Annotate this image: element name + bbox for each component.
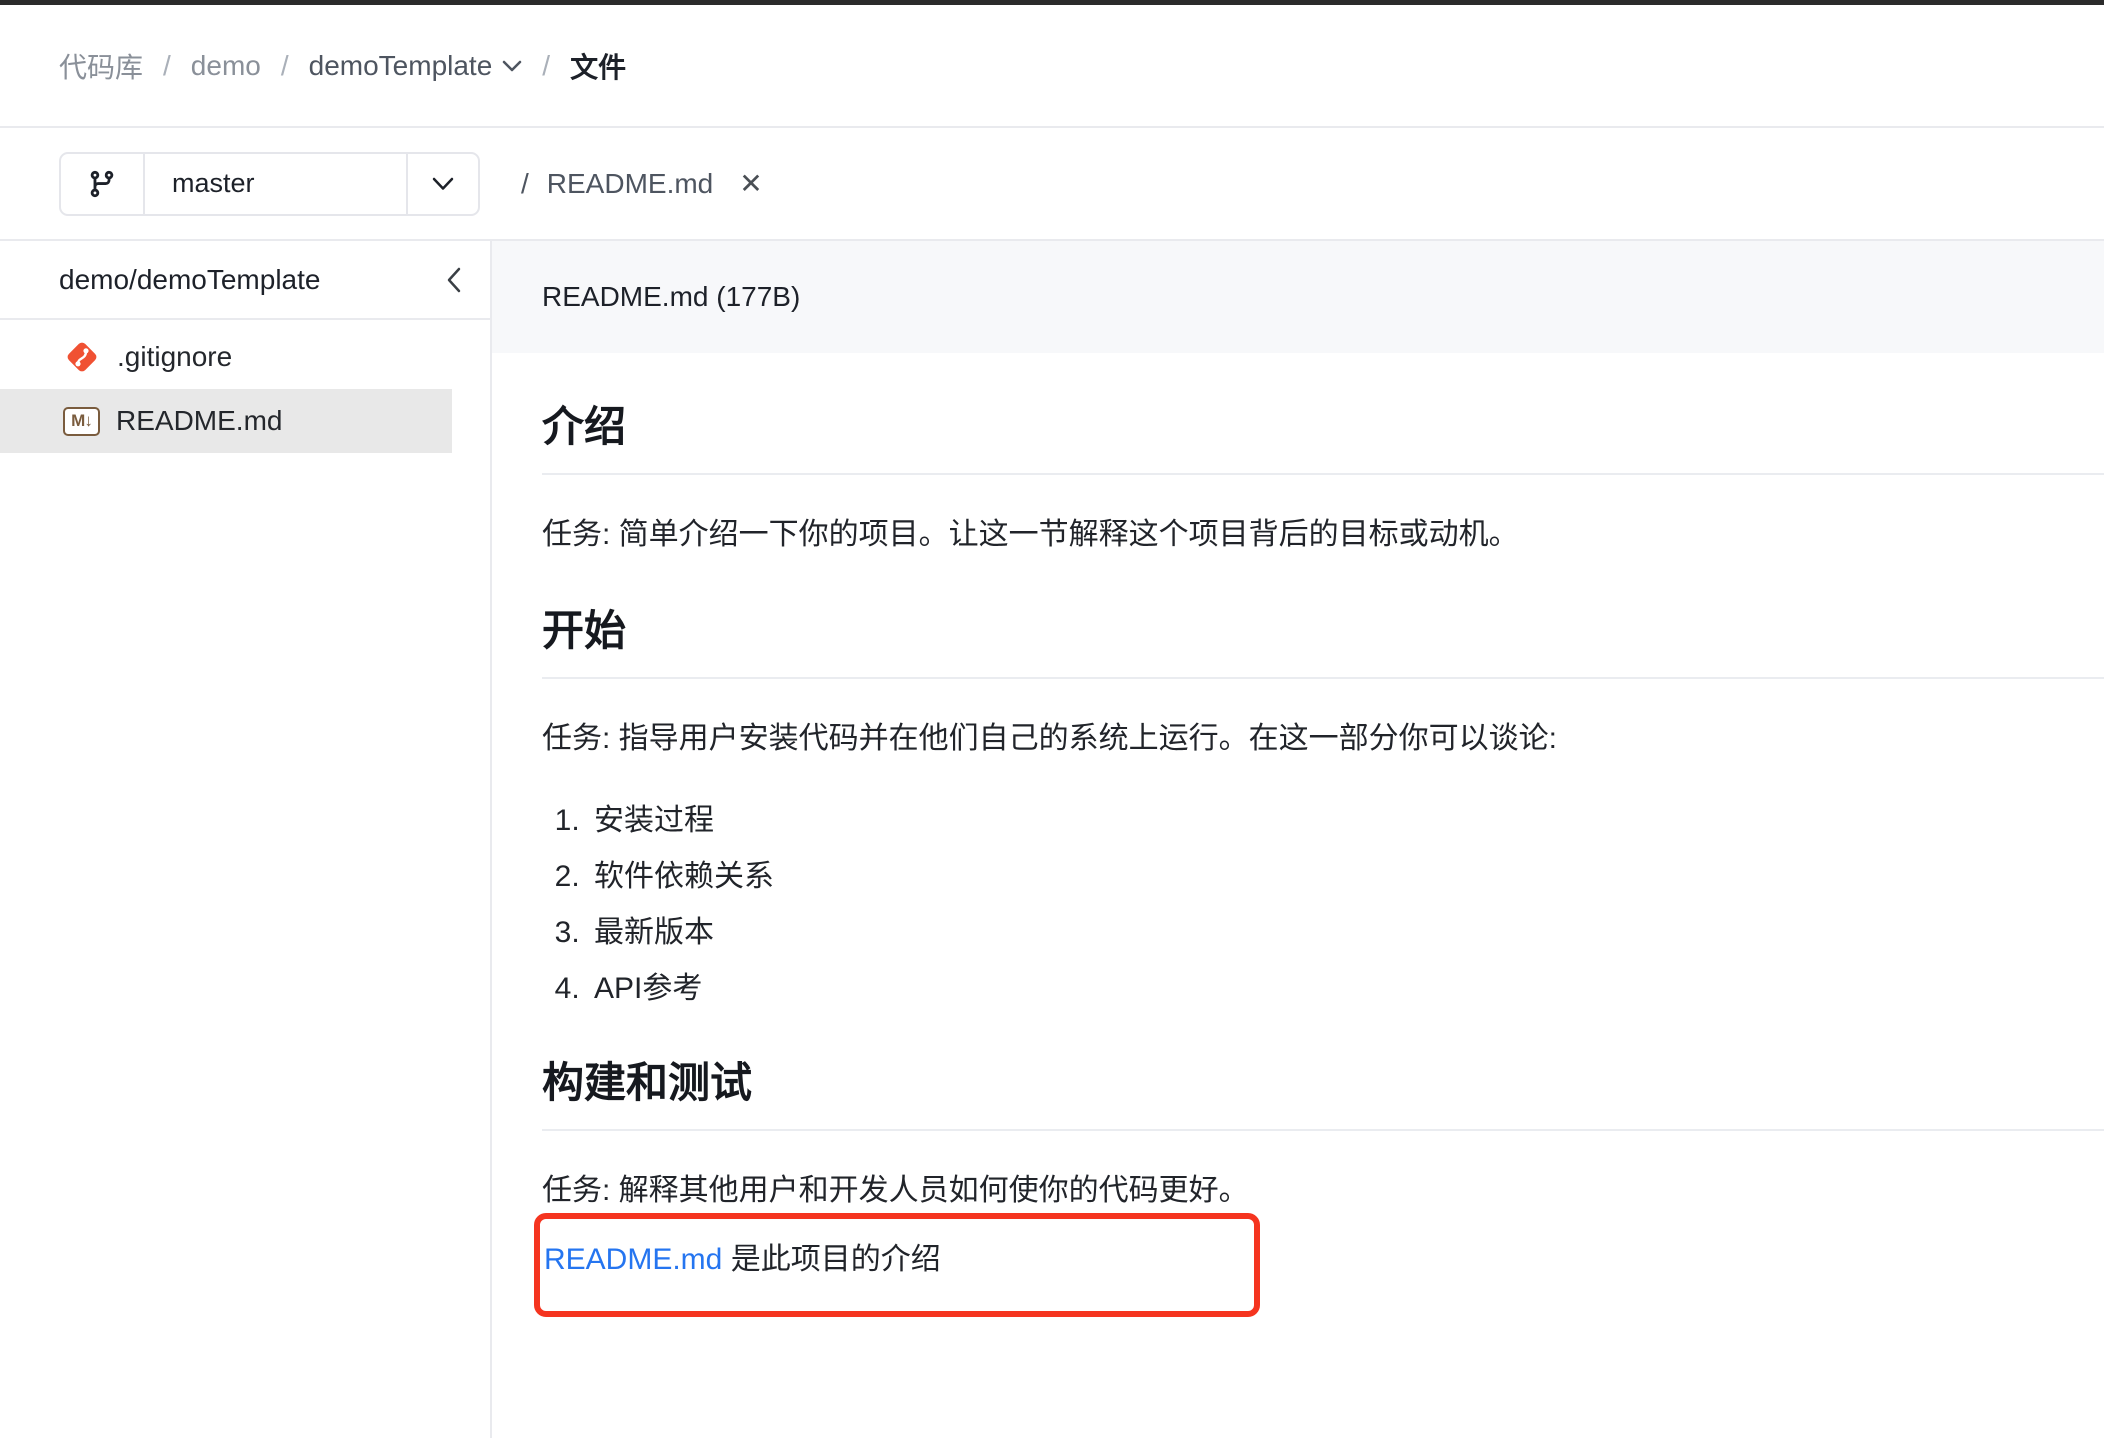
- content-area: demo/demoTemplate .gitignore M↓: [0, 241, 2104, 1438]
- chevron-left-icon: [446, 266, 462, 294]
- file-row-readme-selected[interactable]: M↓ README.md: [0, 389, 452, 453]
- chevron-down-icon: [431, 177, 455, 191]
- collapse-sidebar-button[interactable]: [446, 266, 462, 294]
- file-size-header: README.md (177B): [492, 241, 2104, 353]
- file-toolbar: master / README.md ✕: [0, 128, 2104, 241]
- sidebar-header: demo/demoTemplate: [0, 241, 490, 320]
- git-file-icon: [63, 338, 101, 376]
- file-list: .gitignore M↓ README.md: [0, 320, 490, 453]
- readme-link[interactable]: README.md: [544, 1243, 722, 1276]
- breadcrumb-item-label: demoTemplate: [309, 50, 493, 82]
- list-item: 软件依赖关系: [588, 857, 2104, 897]
- section-heading-start: 开始: [542, 607, 2104, 679]
- branch-name: master: [145, 154, 406, 214]
- repo-title: demo/demoTemplate: [59, 264, 320, 296]
- file-row-gitignore[interactable]: .gitignore: [0, 325, 490, 389]
- markdown-file-icon: M↓: [63, 407, 100, 436]
- list-item: 最新版本: [588, 913, 2104, 953]
- highlight-suffix-text: 是此项目的介绍: [722, 1243, 940, 1276]
- file-name: .gitignore: [117, 341, 232, 373]
- chevron-down-icon: [502, 60, 522, 72]
- list-item: API参考: [588, 969, 2104, 1009]
- open-file-tab: / README.md ✕: [521, 167, 763, 200]
- file-header-label: README.md (177B): [542, 281, 800, 313]
- readme-rendered-content: 介绍 任务: 简单介绍一下你的项目。让这一节解释这个项目背后的目标或动机。 开始…: [492, 403, 2104, 1317]
- breadcrumb: 代码库 / demo / demoTemplate / 文件: [0, 5, 2104, 128]
- close-file-icon[interactable]: ✕: [739, 167, 762, 200]
- git-branch-icon: [87, 169, 117, 199]
- list-item: 安装过程: [588, 801, 2104, 841]
- breadcrumb-separator: /: [163, 50, 171, 82]
- file-viewer: README.md (177B) 介绍 任务: 简单介绍一下你的项目。让这一节解…: [492, 241, 2104, 1438]
- ordered-list: 安装过程 软件依赖关系 最新版本 API参考: [542, 801, 2104, 1009]
- section-heading-build: 构建和测试: [542, 1059, 2104, 1131]
- paragraph-start: 任务: 指导用户安装代码并在他们自己的系统上运行。在这一部分你可以谈论:: [542, 717, 2104, 761]
- open-file-name: README.md: [547, 168, 713, 200]
- breadcrumb-separator: /: [542, 50, 550, 82]
- path-separator: /: [521, 168, 529, 200]
- breadcrumb-separator: /: [281, 50, 289, 82]
- section-heading-intro: 介绍: [542, 403, 2104, 475]
- breadcrumb-item-repos[interactable]: 代码库: [59, 46, 143, 86]
- breadcrumb-item-demo-template[interactable]: demoTemplate: [309, 50, 523, 82]
- paragraph-build: 任务: 解释其他用户和开发人员如何使你的代码更好。: [542, 1169, 2104, 1213]
- file-tree-sidebar: demo/demoTemplate .gitignore M↓: [0, 241, 492, 1438]
- breadcrumb-item-demo[interactable]: demo: [191, 50, 261, 82]
- file-name: README.md: [116, 405, 282, 437]
- red-annotation-box: README.md 是此项目的介绍: [534, 1213, 1260, 1317]
- branch-selector[interactable]: master: [59, 152, 480, 216]
- breadcrumb-item-files: 文件: [570, 46, 626, 86]
- paragraph-intro: 任务: 简单介绍一下你的项目。让这一节解释这个项目背后的目标或动机。: [542, 513, 2104, 557]
